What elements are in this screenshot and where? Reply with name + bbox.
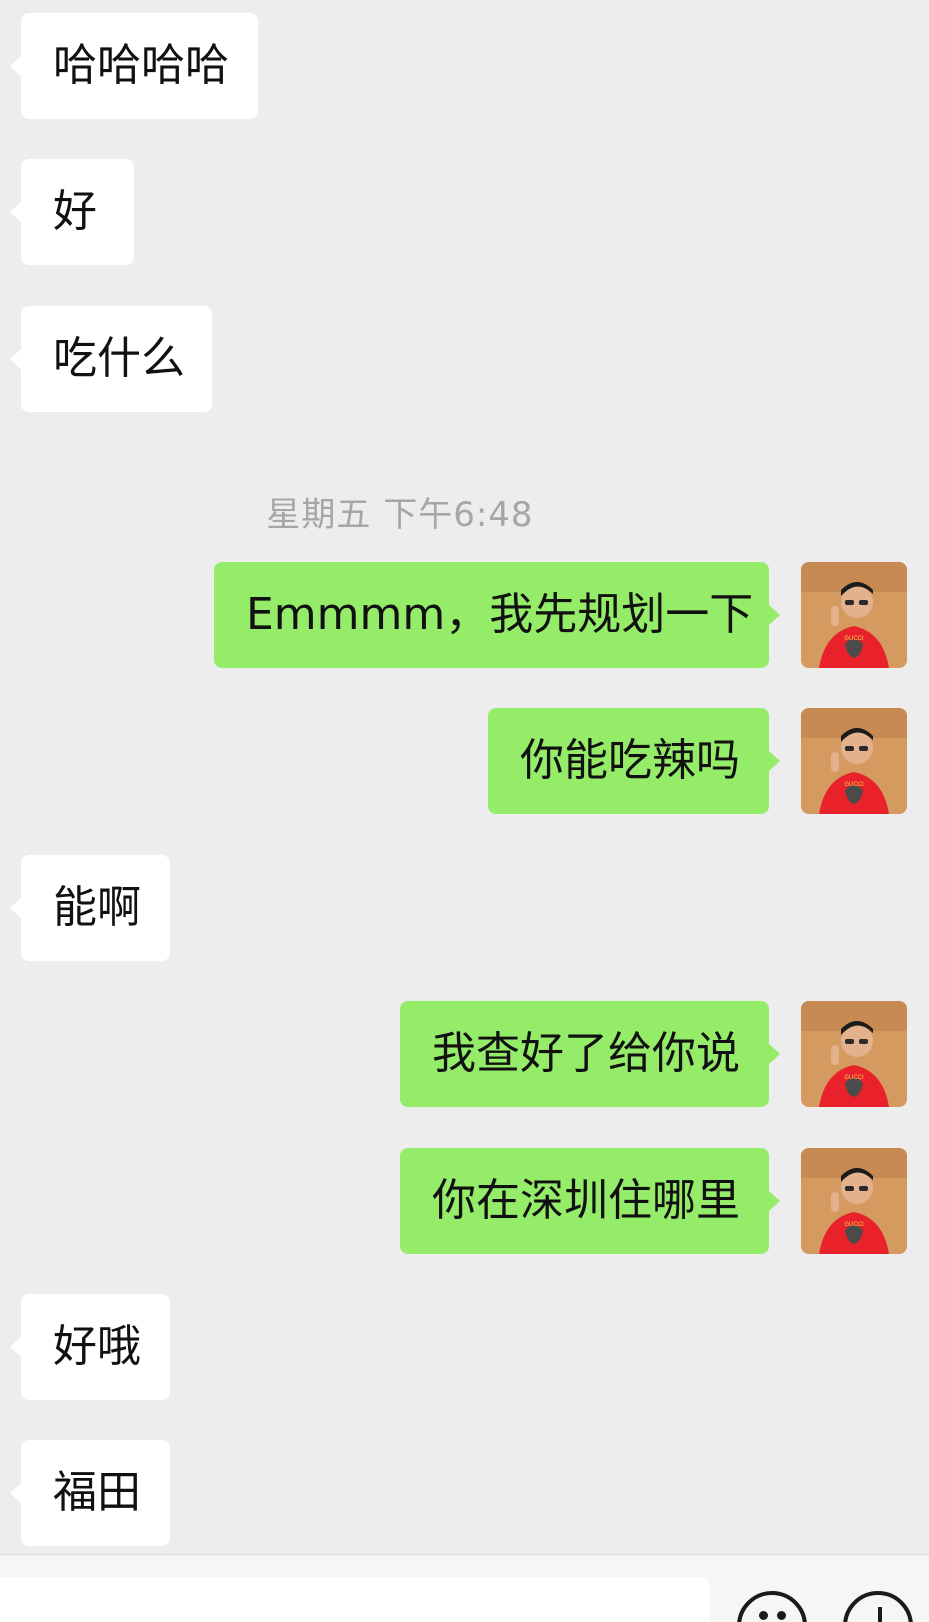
avatar[interactable]: GUCCI xyxy=(801,562,907,668)
avatar-image: GUCCI xyxy=(801,1001,907,1107)
message-text: 我查好了给你说 xyxy=(432,1028,740,1079)
message-text: 吃什么 xyxy=(53,333,185,384)
message-text: 好 xyxy=(53,186,97,237)
outgoing-message-bubble[interactable]: Emmmm，我先规划一下 xyxy=(214,562,780,668)
message-input[interactable] xyxy=(0,1577,710,1622)
avatar-image: GUCCI xyxy=(801,562,907,668)
avatar-shirt-text: GUCCI xyxy=(844,782,864,788)
avatar[interactable]: GUCCI xyxy=(801,1148,907,1254)
plus-icon-stroke xyxy=(878,1607,882,1622)
message-text: Emmmm，我先规划一下 xyxy=(246,589,754,640)
avatar-shirt-text: GUCCI xyxy=(844,1222,864,1228)
avatar-shirt-text: GUCCI xyxy=(844,1075,864,1081)
chat-input-bar xyxy=(0,1554,929,1622)
message-text: 好哦 xyxy=(53,1321,141,1372)
message-text: 哈哈哈哈 xyxy=(53,40,229,91)
incoming-message-bubble[interactable]: 好哦 xyxy=(10,1294,170,1400)
incoming-message-bubble[interactable]: 吃什么 xyxy=(10,306,212,412)
avatar[interactable]: GUCCI xyxy=(801,1001,907,1107)
incoming-message-bubble[interactable]: 福田 xyxy=(10,1440,170,1546)
chat-message-list[interactable]: 哈哈哈哈 好 吃什么 星期五 下午6:48 Emmmm，我先规划一下 GUCCI… xyxy=(0,0,929,1554)
incoming-message-bubble[interactable]: 哈哈哈哈 xyxy=(10,13,258,119)
outgoing-message-bubble[interactable]: 你在深圳住哪里 xyxy=(400,1148,780,1254)
outgoing-message-bubble[interactable]: 你能吃辣吗 xyxy=(488,708,780,814)
message-timestamp: 星期五 下午6:48 xyxy=(266,495,534,535)
outgoing-message-bubble[interactable]: 我查好了给你说 xyxy=(400,1001,780,1107)
emoji-eye-left xyxy=(759,1611,768,1620)
avatar-image: GUCCI xyxy=(801,708,907,814)
emoji-icon[interactable] xyxy=(737,1591,807,1622)
message-text: 福田 xyxy=(53,1467,141,1518)
emoji-eye-right xyxy=(777,1611,786,1620)
avatar-image: GUCCI xyxy=(801,1148,907,1254)
message-text: 你能吃辣吗 xyxy=(520,735,740,786)
avatar[interactable]: GUCCI xyxy=(801,708,907,814)
message-text: 能啊 xyxy=(53,882,141,933)
plus-icon[interactable] xyxy=(843,1591,913,1622)
message-text: 你在深圳住哪里 xyxy=(432,1175,740,1226)
incoming-message-bubble[interactable]: 好 xyxy=(10,159,134,265)
avatar-shirt-text: GUCCI xyxy=(844,636,864,642)
incoming-message-bubble[interactable]: 能啊 xyxy=(10,855,170,961)
